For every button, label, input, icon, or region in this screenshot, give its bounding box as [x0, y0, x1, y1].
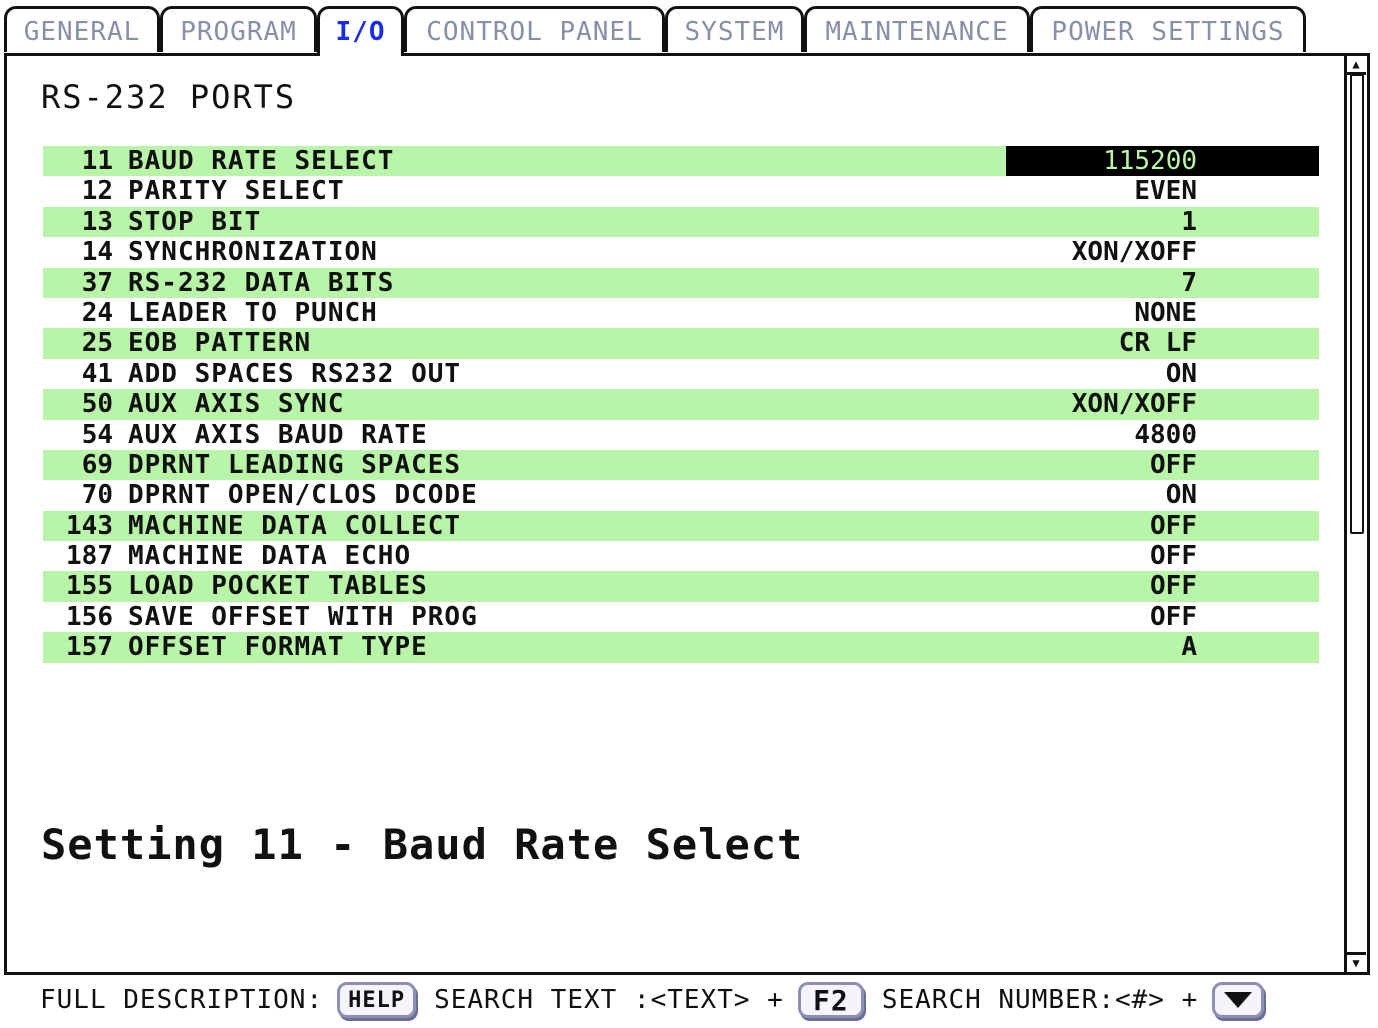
scroll-thumb[interactable] — [1350, 74, 1364, 534]
setting-name: LOAD POCKET TABLES — [128, 571, 428, 602]
value-cell — [1006, 480, 1319, 510]
setting-number: 156 — [66, 601, 113, 632]
setting-name: BAUD RATE SELECT — [128, 146, 395, 176]
setting-name: RS-232 DATA BITS — [128, 267, 395, 298]
footer-hints: FULL DESCRIPTION: HELP SEARCH TEXT :<TEX… — [40, 978, 1282, 1022]
setting-number: 157 — [66, 632, 113, 663]
setting-number: 11 — [81, 146, 113, 176]
setting-number: 143 — [66, 510, 113, 541]
setting-value[interactable]: NONE — [1134, 298, 1197, 328]
setting-row[interactable]: 24 LEADER TO PUNCH NONE — [43, 298, 1319, 328]
setting-name: AUX AXIS BAUD RATE — [128, 419, 428, 450]
setting-name: OFFSET FORMAT TYPE — [128, 632, 428, 663]
value-cell — [1006, 632, 1319, 662]
setting-name: EOB PATTERN — [128, 328, 312, 359]
help-key-button[interactable]: HELP — [337, 982, 417, 1018]
setting-value[interactable]: OFF — [1150, 450, 1197, 480]
tab-control-panel[interactable]: CONTROL PANEL — [404, 6, 665, 52]
scroll-down-button[interactable]: ▼ — [1346, 952, 1366, 973]
setting-name: AUX AXIS SYNC — [128, 389, 345, 420]
setting-value[interactable]: OFF — [1150, 511, 1197, 541]
setting-row[interactable]: 41 ADD SPACES RS232 OUT ON — [43, 359, 1319, 389]
setting-row[interactable]: 50 AUX AXIS SYNC XON/XOFF — [43, 389, 1319, 420]
setting-row[interactable]: 187 MACHINE DATA ECHO OFF — [43, 541, 1319, 571]
setting-row[interactable]: 13 STOP BIT 1 — [43, 206, 1319, 238]
setting-value[interactable]: ON — [1166, 359, 1197, 389]
tab-io[interactable]: I/O — [317, 6, 404, 56]
value-cell — [1006, 359, 1319, 389]
setting-number: 14 — [81, 237, 113, 268]
setting-value[interactable]: EVEN — [1134, 176, 1197, 206]
setting-name: MACHINE DATA ECHO — [128, 541, 412, 572]
setting-value[interactable]: OFF — [1150, 541, 1197, 571]
setting-row[interactable]: 143 MACHINE DATA COLLECT OFF — [43, 510, 1319, 542]
setting-value[interactable]: A — [1181, 632, 1197, 662]
setting-number: 12 — [81, 176, 113, 207]
section-title: RS-232 PORTS — [41, 78, 297, 116]
value-cell — [1006, 207, 1319, 237]
setting-value[interactable]: XON/XOFF — [1072, 389, 1197, 419]
setting-value[interactable]: 115200 — [1103, 146, 1197, 176]
setting-row[interactable]: 157 OFFSET FORMAT TYPE A — [43, 632, 1319, 663]
setting-name: DPRNT LEADING SPACES — [128, 449, 462, 480]
setting-row[interactable]: 14 SYNCHRONIZATION XON/XOFF — [43, 237, 1319, 267]
settings-list: 11 BAUD RATE SELECT 115200 12 PARITY SELECT E… — [43, 146, 1319, 663]
setting-description: Setting 11 - Baud Rate Select — [41, 820, 804, 869]
setting-number: 25 — [81, 328, 113, 359]
setting-number: 37 — [81, 267, 113, 298]
setting-row[interactable]: 11 BAUD RATE SELECT 115200 — [43, 146, 1319, 177]
tab-program[interactable]: PROGRAM — [160, 6, 317, 52]
setting-value[interactable]: OFF — [1150, 602, 1197, 632]
setting-number: 24 — [81, 297, 113, 328]
setting-row[interactable]: 156 SAVE OFFSET WITH PROG OFF — [43, 602, 1319, 632]
settings-panel: RS-232 PORTS 11 BAUD RATE SELECT 115200 12 P… — [4, 53, 1370, 975]
setting-number: 50 — [81, 389, 113, 420]
setting-name: SYNCHRONIZATION — [128, 237, 378, 268]
setting-name: PARITY SELECT — [128, 176, 345, 207]
setting-value[interactable]: 7 — [1181, 268, 1197, 298]
search-number-label: SEARCH NUMBER:<#> + — [881, 985, 1199, 1015]
setting-value[interactable]: CR LF — [1119, 328, 1197, 358]
setting-number: 187 — [66, 541, 113, 572]
down-arrow-icon — [1224, 992, 1253, 1008]
down-arrow-key-button[interactable] — [1212, 982, 1265, 1018]
setting-number: 41 — [81, 358, 113, 389]
tab-system[interactable]: SYSTEM — [665, 6, 804, 52]
search-text-label: SEARCH TEXT :<TEXT> + — [434, 985, 784, 1015]
tab-general[interactable]: GENERAL — [4, 6, 160, 52]
setting-number: 70 — [81, 480, 113, 511]
setting-row[interactable]: 54 AUX AXIS BAUD RATE 4800 — [43, 420, 1319, 450]
full-description-label: FULL DESCRIPTION: — [40, 985, 324, 1015]
setting-value[interactable]: ON — [1166, 480, 1197, 510]
setting-number: 54 — [81, 419, 113, 450]
setting-value[interactable]: 4800 — [1134, 420, 1197, 450]
scroll-up-arrow-icon: ▲ — [1352, 57, 1360, 71]
scroll-down-arrow-icon: ▼ — [1352, 956, 1360, 970]
tab-maintenance[interactable]: MAINTENANCE — [804, 6, 1030, 52]
setting-number: 155 — [66, 571, 113, 602]
scroll-up-button[interactable]: ▲ — [1346, 56, 1366, 75]
tab-power-settings[interactable]: POWER SETTINGS — [1030, 6, 1306, 52]
setting-name: DPRNT OPEN/CLOS DCODE — [128, 480, 478, 511]
setting-number: 13 — [81, 206, 113, 237]
setting-row[interactable]: 37 RS-232 DATA BITS 7 — [43, 267, 1319, 298]
setting-name: STOP BIT — [128, 206, 262, 237]
setting-name: LEADER TO PUNCH — [128, 297, 378, 328]
setting-name: SAVE OFFSET WITH PROG — [128, 601, 478, 632]
setting-number: 69 — [81, 449, 113, 480]
setting-row[interactable]: 25 EOB PATTERN CR LF — [43, 328, 1319, 359]
value-cell — [1006, 268, 1319, 298]
f2-key-button[interactable]: F2 — [797, 982, 864, 1018]
setting-row[interactable]: 70 DPRNT OPEN/CLOS DCODE ON — [43, 480, 1319, 510]
setting-value[interactable]: 1 — [1181, 207, 1197, 237]
setting-value[interactable]: XON/XOFF — [1072, 237, 1197, 267]
setting-row[interactable]: 69 DPRNT LEADING SPACES OFF — [43, 449, 1319, 481]
setting-row[interactable]: 155 LOAD POCKET TABLES OFF — [43, 571, 1319, 602]
setting-row[interactable]: 12 PARITY SELECT EVEN — [43, 176, 1319, 206]
setting-value[interactable]: OFF — [1150, 571, 1197, 601]
setting-name: ADD SPACES RS232 OUT — [128, 358, 462, 389]
setting-name: MACHINE DATA COLLECT — [128, 510, 462, 541]
